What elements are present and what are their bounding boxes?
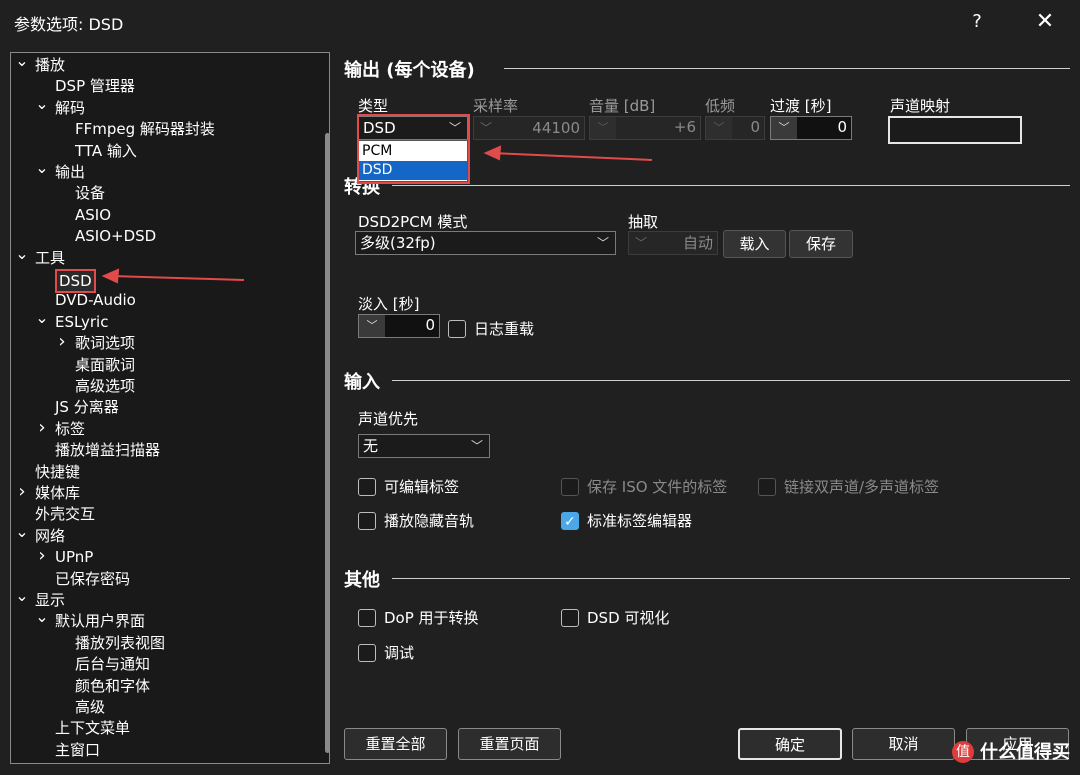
annotation-arrows (101, 145, 653, 284)
arrow-icon (101, 145, 653, 284)
watermark-logo-icon: 值 (952, 741, 974, 763)
watermark-text: 什么值得买 (980, 742, 1070, 763)
